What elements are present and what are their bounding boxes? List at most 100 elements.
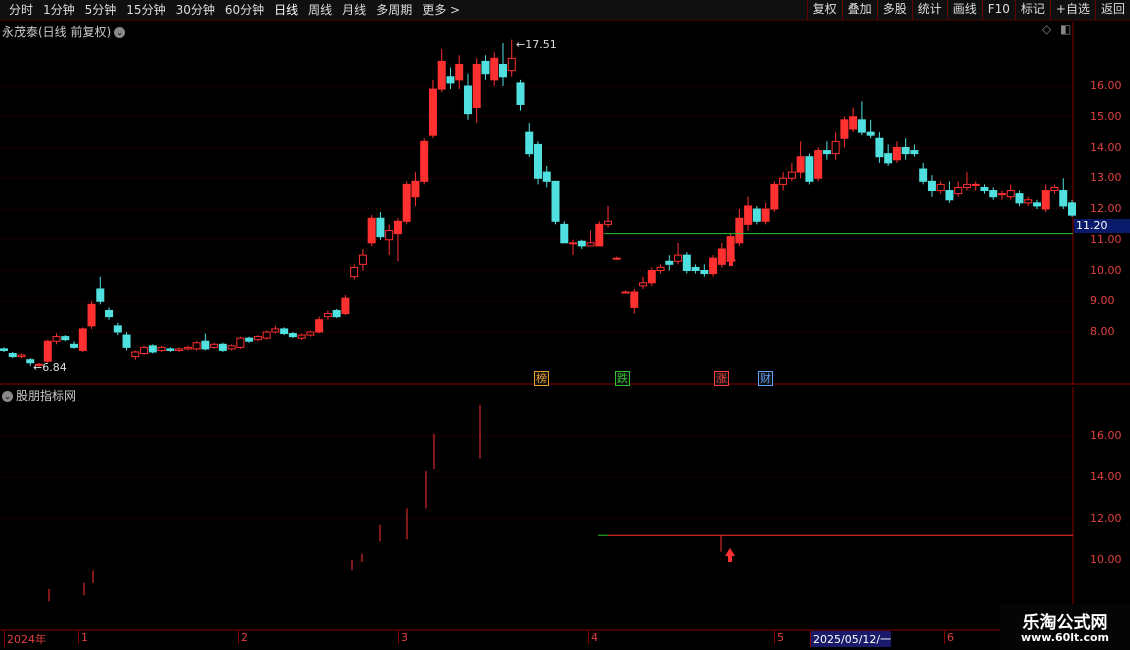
candle-body — [805, 156, 814, 182]
toolbar-action-0[interactable]: 复权 — [806, 0, 842, 20]
tab-period-8[interactable]: 月线 — [337, 2, 371, 18]
indicator-title-text: 股朋指标网 — [16, 389, 77, 403]
event-tag-3[interactable]: 财 — [758, 371, 773, 386]
watermark-title: 乐淘公式网 — [1022, 613, 1108, 633]
candle-body — [989, 190, 998, 198]
toolbar-action-7[interactable]: +自选 — [1049, 0, 1095, 20]
candle-body — [691, 266, 700, 272]
candle-body — [201, 340, 210, 350]
candle-body — [857, 119, 866, 133]
candle-body — [131, 351, 140, 358]
candle-body — [892, 147, 901, 161]
tab-period-4[interactable]: 30分钟 — [171, 2, 220, 18]
tab-period-5[interactable]: 60分钟 — [220, 2, 269, 18]
candle-body — [332, 309, 341, 318]
toolbar-action-5[interactable]: F10 — [981, 0, 1015, 20]
low-price-label: ←6.84 — [33, 361, 67, 374]
candle-body — [52, 336, 61, 342]
candle-body — [61, 336, 70, 341]
candle-body — [752, 208, 761, 222]
candle-body — [796, 156, 805, 173]
candle-body — [831, 140, 840, 155]
candle-body — [78, 328, 87, 351]
candle-body — [875, 137, 884, 158]
date-tick-label: 2024年 — [4, 631, 46, 647]
candle-body — [945, 190, 954, 201]
candle-body — [569, 242, 578, 245]
tab-period-9[interactable]: 多周期 — [371, 2, 417, 18]
candle-body — [402, 183, 411, 222]
candle-body — [385, 230, 394, 241]
tab-period-0[interactable]: 分时 — [4, 2, 38, 18]
candle-body — [262, 331, 271, 339]
candle-body — [525, 131, 534, 155]
event-tag-2[interactable]: 涨 — [714, 371, 729, 386]
candle-body — [866, 131, 875, 136]
candle-body — [717, 248, 726, 265]
toolbar-action-2[interactable]: 多股 — [876, 0, 912, 20]
tab-period-1[interactable]: 1分钟 — [38, 2, 80, 18]
candle-body — [787, 171, 796, 179]
candle-body — [463, 85, 472, 115]
candle-body — [901, 147, 910, 155]
candle-body — [157, 346, 166, 351]
main-chart-title[interactable]: 永茂泰(日线 前复权) ⌄ — [2, 23, 126, 40]
candle-body — [779, 177, 788, 185]
candle-body — [192, 342, 201, 350]
candle-body — [280, 328, 289, 335]
candle-body — [358, 254, 367, 265]
chevron-down-icon[interactable]: ⌄ — [114, 27, 126, 38]
candle-body — [761, 208, 770, 222]
candle-body — [630, 291, 639, 308]
candle-body — [962, 183, 971, 188]
candle-body — [1032, 202, 1041, 207]
candle-body — [96, 288, 105, 302]
date-tick-label: 2 — [238, 631, 248, 644]
candle-body — [472, 63, 481, 109]
diamond-icon[interactable]: ◇ — [1042, 22, 1051, 36]
toolbar-action-8[interactable]: 返回 — [1094, 0, 1130, 20]
tab-period-3[interactable]: 15分钟 — [121, 2, 170, 18]
candle-body — [43, 340, 52, 362]
toolbar-action-6[interactable]: 标记 — [1014, 0, 1050, 20]
candle-body — [709, 257, 718, 275]
toolbar: 分时 1分钟 5分钟 15分钟 30分钟 60分钟 日线 周线 月线 多周期 更多 > 复权 叠加 多股… — [0, 0, 1130, 21]
candle-body — [490, 57, 499, 81]
candle-body — [210, 343, 219, 348]
candle-body — [315, 319, 324, 333]
event-tag-0[interactable]: 榜 — [534, 371, 549, 386]
candle-body — [481, 60, 490, 75]
toolbar-action-1[interactable]: 叠加 — [841, 0, 877, 20]
candle-body — [840, 119, 849, 139]
candle-body — [0, 348, 8, 351]
date-tick-label: 3 — [398, 631, 408, 644]
candle-body — [674, 254, 683, 262]
chevron-down-icon[interactable]: ⌄ — [2, 391, 13, 402]
candle-body — [70, 343, 79, 348]
toolbar-action-3[interactable]: 统计 — [911, 0, 947, 20]
stock-chart[interactable] — [0, 20, 1130, 650]
candle-body — [122, 334, 131, 348]
candle-body — [411, 180, 420, 198]
candle-body — [577, 240, 586, 247]
candle-body — [166, 348, 175, 351]
tab-period-10[interactable]: 更多 > — [417, 2, 465, 18]
panel-toggle-icon[interactable]: ◧ — [1060, 22, 1071, 36]
tab-period-2[interactable]: 5分钟 — [80, 2, 122, 18]
high-price-value: 17.51 — [525, 38, 557, 51]
event-tag-1[interactable]: 跌 — [615, 371, 630, 386]
candle-body — [420, 140, 429, 182]
tab-period-7[interactable]: 周线 — [303, 2, 337, 18]
current-price-badge: 11.20 — [1074, 219, 1130, 233]
candle-body — [604, 220, 613, 225]
candle-body — [350, 266, 359, 278]
toolbar-action-4[interactable]: 画线 — [946, 0, 982, 20]
candle-body — [621, 291, 630, 294]
candle-body — [1006, 190, 1015, 198]
indicator-tick-label: 10.00 — [1090, 553, 1122, 566]
candle-body — [236, 337, 245, 348]
indicator-title[interactable]: ⌄ 股朋指标网 — [2, 387, 76, 404]
tab-period-6[interactable]: 日线 — [269, 2, 303, 18]
candle-body — [927, 180, 936, 192]
up-arrow-marker — [725, 548, 735, 562]
